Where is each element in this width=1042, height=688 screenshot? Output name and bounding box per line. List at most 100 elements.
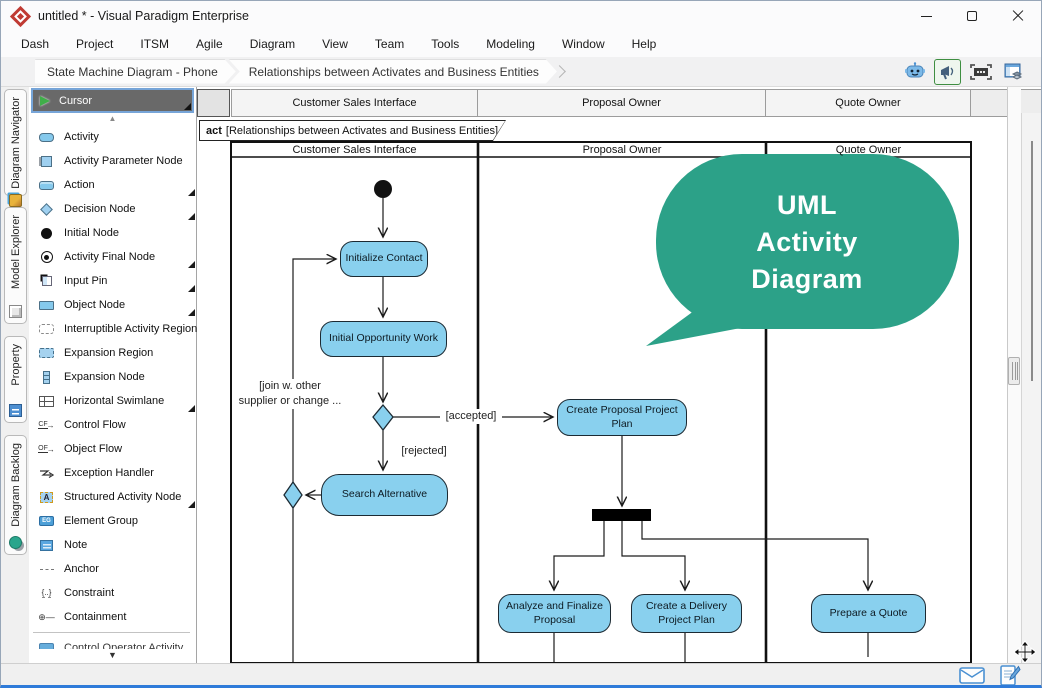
toolbox-item-activity-final-node[interactable]: Activity Final Node [29, 245, 196, 269]
menu-team[interactable]: Team [375, 37, 404, 51]
activity-final-node-icon [41, 251, 53, 263]
edit-document-icon[interactable] [999, 664, 1021, 687]
breadcrumb-item-parent[interactable]: State Machine Diagram - Phone [35, 60, 236, 84]
panel-layout-button[interactable] [1000, 59, 1027, 85]
toolbox-item-horizontal-swimlane[interactable]: Horizontal Swimlane [29, 389, 196, 413]
toolbox-item-anchor[interactable]: Anchor [29, 557, 196, 581]
lane-title-proposal-owner[interactable]: Proposal Owner [480, 142, 764, 157]
toolbox-item-control-operator-activity[interactable]: Control Operator Activity [29, 636, 196, 649]
diagram-canvas[interactable]: Customer Sales Interface Proposal Owner … [197, 87, 1042, 663]
interruptible-activity-region-icon [39, 324, 54, 334]
diagram-toolbox: Cursor ▲ Activity Activity Parameter Nod… [29, 87, 197, 663]
toolbox-item-activity[interactable]: Activity [29, 125, 196, 149]
toolbox-item-control-flow[interactable]: Control Flow [29, 413, 196, 437]
maximize-button[interactable] [949, 1, 995, 31]
menu-agile[interactable]: Agile [196, 37, 223, 51]
toolbox-item-input-pin[interactable]: Input Pin [29, 269, 196, 293]
model-explorer-icon [9, 305, 22, 318]
vertical-scrollbar[interactable] [1021, 113, 1042, 663]
toolbox-item-object-flow[interactable]: Object Flow [29, 437, 196, 461]
anchor-icon [40, 569, 54, 570]
initial-node-icon [41, 228, 52, 239]
toolbox-item-note[interactable]: Note [29, 533, 196, 557]
toolbox-item-action[interactable]: Action [29, 173, 196, 197]
tab-property[interactable]: Property [4, 336, 27, 423]
menu-itsm[interactable]: ITSM [140, 37, 169, 51]
toolbox-item-element-group[interactable]: EGElement Group [29, 509, 196, 533]
toolbox-item-expansion-node[interactable]: Expansion Node [29, 365, 196, 389]
tab-label: Property [10, 344, 22, 386]
toolbox-item-decision-node[interactable]: Decision Node [29, 197, 196, 221]
menu-project[interactable]: Project [76, 37, 113, 51]
statusbar [1, 663, 1041, 686]
visual-paradigm-logo-icon [13, 9, 28, 24]
toolbox-item-structured-activity-node[interactable]: AStructured Activity Node [29, 485, 196, 509]
move-cursor-icon [1013, 640, 1037, 663]
fork-bar[interactable] [592, 509, 651, 521]
decision-node[interactable] [373, 405, 393, 430]
breadcrumb-item-current[interactable]: Relationships between Activates and Busi… [229, 60, 557, 84]
submenu-corner-icon [188, 285, 195, 292]
node-initialize-contact[interactable]: Initialize Contact [340, 241, 428, 277]
bot-icon [904, 62, 926, 82]
object-node-icon [39, 301, 54, 310]
menu-tools[interactable]: Tools [431, 37, 459, 51]
merge-node[interactable] [284, 482, 302, 508]
expansion-node-icon [43, 371, 50, 384]
menubar: Dash Project ITSM Agile Diagram View Tea… [1, 31, 1041, 57]
scrollbar-thumb[interactable] [1031, 141, 1033, 381]
toolbox-item-expansion-region[interactable]: Expansion Region [29, 341, 196, 365]
announcement-button[interactable] [934, 59, 961, 85]
menu-diagram[interactable]: Diagram [250, 37, 295, 51]
node-prepare-a-quote[interactable]: Prepare a Quote [811, 594, 926, 633]
close-button[interactable] [995, 1, 1041, 31]
toolbox-item-constraint[interactable]: Constraint [29, 581, 196, 605]
menu-modeling[interactable]: Modeling [486, 37, 535, 51]
tab-model-explorer[interactable]: Model Explorer [4, 207, 27, 324]
note-icon [40, 540, 53, 551]
toolbox-item-cursor[interactable]: Cursor [31, 88, 194, 113]
tab-diagram-navigator[interactable]: Diagram Navigator [4, 89, 27, 196]
minimize-button[interactable] [903, 1, 949, 31]
lane-title-quote-owner[interactable]: Quote Owner [768, 142, 969, 157]
lane-title-customer-sales-interface[interactable]: Customer Sales Interface [233, 142, 476, 157]
splitter-grip[interactable] [1008, 357, 1020, 385]
node-initial-opportunity-work[interactable]: Initial Opportunity Work [320, 321, 447, 357]
breadcrumb-toolbar: State Machine Diagram - Phone Relationsh… [1, 57, 1041, 87]
left-tabstrip: Diagram Navigator Model Explorer Propert… [1, 87, 29, 663]
window-title: untitled * - Visual Paradigm Enterprise [38, 9, 249, 23]
node-search-alternative[interactable]: Search Alternative [321, 474, 448, 516]
node-create-proposal-project-plan[interactable]: Create Proposal Project Plan [557, 399, 687, 436]
edge-label-join[interactable]: [join w. other supplier or change ... [233, 379, 347, 409]
selection-frame-icon [970, 64, 992, 80]
node-create-a-delivery-project-plan[interactable]: Create a Delivery Project Plan [631, 594, 742, 633]
tab-label: Model Explorer [10, 215, 22, 289]
toolbox-item-exception-handler[interactable]: Exception Handler [29, 461, 196, 485]
toolbox-scroll-down[interactable]: ▼ [29, 650, 196, 660]
toolbox-item-object-node[interactable]: Object Node [29, 293, 196, 317]
diagram-navigator-icon [9, 194, 22, 207]
property-icon [9, 404, 22, 417]
callout-text: UML Activity Diagram [667, 187, 947, 298]
node-analyze-and-finalize-proposal[interactable]: Analyze and Finalize Proposal [498, 594, 611, 633]
assistant-bot-button[interactable] [901, 59, 928, 85]
edge-label-rejected[interactable]: [rejected] [393, 444, 455, 459]
toolbox-item-containment[interactable]: Containment [29, 605, 196, 629]
mail-icon[interactable] [959, 667, 985, 684]
fit-selection-button[interactable] [967, 59, 994, 85]
toolbox-item-initial-node[interactable]: Initial Node [29, 221, 196, 245]
breadcrumb: State Machine Diagram - Phone Relationsh… [35, 60, 564, 84]
toolbox-item-label: Cursor [59, 95, 92, 107]
tab-diagram-backlog[interactable]: Diagram Backlog [4, 435, 27, 555]
chevron-right-icon [553, 65, 566, 78]
submenu-corner-icon [184, 103, 191, 110]
menu-view[interactable]: View [322, 37, 348, 51]
menu-dash[interactable]: Dash [21, 37, 49, 51]
toolbox-item-activity-parameter-node[interactable]: Activity Parameter Node [29, 149, 196, 173]
edge-label-accepted[interactable]: [accepted] [440, 409, 502, 424]
menu-help[interactable]: Help [632, 37, 657, 51]
initial-node[interactable] [374, 180, 392, 198]
toolbox-scroll-up[interactable]: ▲ [29, 114, 196, 124]
toolbox-item-interruptible-activity-region[interactable]: Interruptible Activity Region [29, 317, 196, 341]
menu-window[interactable]: Window [562, 37, 605, 51]
